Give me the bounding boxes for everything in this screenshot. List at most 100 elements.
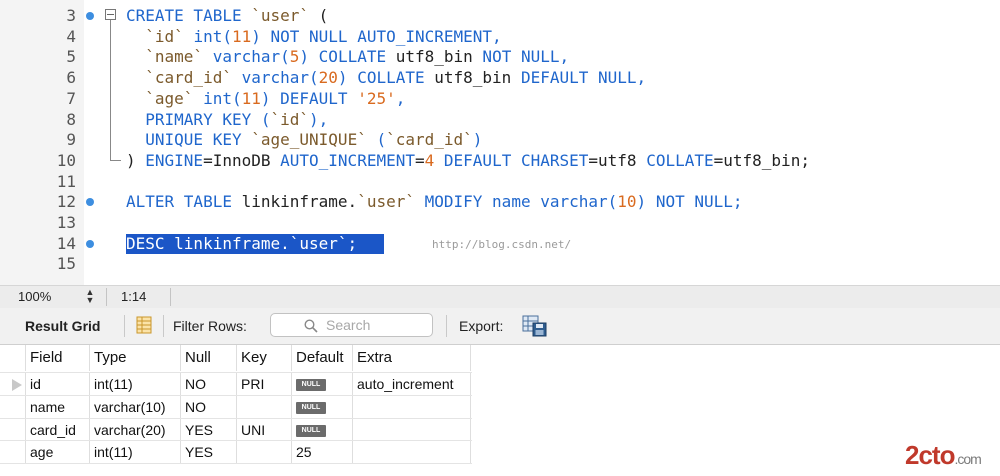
code-token: name [492, 192, 541, 212]
cell-key[interactable] [237, 441, 292, 465]
current-row-arrow-icon [12, 379, 22, 391]
cell-text: varchar(10) [94, 398, 166, 415]
grid-layout-icon[interactable] [136, 316, 152, 334]
code-token: =utf8 [588, 150, 647, 170]
column-header-type[interactable]: Type [90, 345, 181, 371]
code-text: CREATE TABLE `user` ( [126, 6, 328, 26]
column-header-field[interactable]: Field [26, 345, 90, 371]
cell-default[interactable]: 25 [292, 441, 353, 465]
cell-field[interactable]: id [26, 373, 90, 396]
cell-text: YES [185, 421, 214, 438]
line-number: 10 [56, 150, 76, 170]
fold-guide [110, 130, 111, 152]
code-token: PRIMARY KEY ( [126, 109, 271, 129]
export-icon[interactable] [522, 315, 548, 337]
code-token: UNIQUE KEY [126, 130, 252, 150]
cell-extra[interactable] [353, 395, 471, 419]
code-token: ( [366, 130, 387, 150]
fold-collapse-icon[interactable] [105, 9, 116, 20]
cell-text: name [30, 398, 66, 415]
sql-editor[interactable]: 3 CREATE TABLE `user` (4 `id` int(11) NOT… [0, 0, 1000, 285]
code-token: `id` [270, 109, 310, 129]
cell-text: UNI [241, 421, 266, 438]
code-token: 11 [231, 26, 252, 46]
cell-field[interactable]: age [26, 441, 90, 465]
code-token: AUTO_INCREMENT [280, 150, 415, 170]
table-row[interactable]: id int(11) NO PRI NULL auto_increment [0, 373, 1000, 396]
column-header-null[interactable]: Null [181, 345, 237, 371]
cell-type[interactable]: varchar(10) [90, 395, 181, 419]
cell-null[interactable]: NO [181, 395, 237, 419]
toolbar-divider [163, 315, 164, 337]
row-selector[interactable] [0, 441, 26, 465]
cell-key[interactable]: UNI [237, 418, 292, 442]
code-token: =InnoDB [203, 150, 281, 170]
line-number: 11 [56, 171, 76, 191]
editor-status-bar: 100% ▲ ▼ 1:14 [0, 285, 1000, 309]
code-text: `name` varchar(5) COLLATE utf8_bin NOT N… [126, 47, 569, 67]
fold-guide [110, 68, 111, 90]
code-token: `age` [126, 88, 204, 108]
row-selector-header [0, 345, 26, 371]
null-badge: NULL [296, 379, 326, 392]
code-token: ) COLLATE [337, 68, 435, 88]
cursor-position: 1:14 [121, 289, 147, 304]
fold-guide [110, 109, 111, 132]
cell-default[interactable]: NULL [292, 418, 353, 442]
cell-type[interactable]: int(11) [90, 441, 181, 465]
code-token: '25' [357, 88, 396, 108]
null-badge: NULL [296, 424, 326, 437]
cell-extra[interactable] [353, 418, 471, 442]
row-selector[interactable] [0, 418, 26, 442]
code-token: `card_id` [386, 130, 473, 150]
table-row[interactable]: age int(11) YES 25 [0, 441, 1000, 465]
result-grid-tab[interactable]: Result Grid [25, 318, 100, 334]
zoom-level: 100% [18, 289, 52, 304]
watermark-text: http://blog.csdn.net/ [432, 238, 572, 251]
code-token: ) NOT NULL AUTO_INCREMENT, [251, 26, 502, 46]
code-token: int( [193, 26, 232, 46]
cell-field[interactable]: name [26, 395, 90, 419]
filter-search-box[interactable] [270, 313, 433, 337]
cell-null[interactable]: YES [181, 441, 237, 465]
cell-type[interactable]: int(11) [90, 373, 181, 396]
code-token: COLLATE [646, 150, 714, 170]
code-token: ), [309, 109, 329, 129]
cell-null[interactable]: NO [181, 373, 237, 396]
code-token: 11 [241, 88, 261, 108]
code-text: `id` int(11) NOT NULL AUTO_INCREMENT, [126, 26, 502, 47]
cell-key[interactable] [237, 395, 292, 419]
code-token: ALTER TABLE [126, 192, 242, 212]
cell-field[interactable]: card_id [26, 418, 90, 442]
zoom-stepper-icon[interactable]: ▲ ▼ [84, 288, 96, 305]
code-token: `age_UNIQUE` [251, 130, 367, 150]
code-token: ( [309, 6, 329, 25]
row-selector[interactable] [0, 395, 26, 419]
cell-extra[interactable]: auto_increment [353, 373, 471, 396]
column-header-extra[interactable]: Extra [353, 345, 471, 371]
code-token: ) [472, 130, 483, 150]
cell-default[interactable]: NULL [292, 373, 353, 396]
site-logo: 2cto.com [905, 440, 982, 470]
result-grid[interactable]: Field Type Null Key Default Extra id int(11) NO P… [0, 345, 1000, 476]
row-selector[interactable] [0, 373, 26, 396]
grid-header-row: Field Type Null Key Default Extra [0, 345, 1000, 371]
code-token: MODIFY [414, 192, 493, 212]
code-text: PRIMARY KEY (`id`), [126, 110, 328, 130]
code-token: DEFAULT NULL, [511, 68, 647, 88]
column-header-key[interactable]: Key [237, 345, 292, 371]
table-row[interactable]: name varchar(10) NO NULL [0, 395, 1000, 419]
cell-null[interactable]: YES [181, 418, 237, 442]
code-token: `name` [126, 47, 213, 67]
filter-search-input[interactable] [326, 317, 426, 333]
cell-key[interactable]: PRI [237, 373, 292, 396]
cell-text: YES [185, 444, 214, 461]
cell-extra[interactable] [353, 441, 471, 465]
cell-default[interactable]: NULL [292, 395, 353, 419]
cell-type[interactable]: varchar(20) [90, 418, 181, 442]
code-token: 10 [617, 192, 637, 212]
table-row[interactable]: card_id varchar(20) YES UNI NULL [0, 418, 1000, 442]
code-text: `card_id` varchar(20) COLLATE utf8_bin D… [126, 68, 646, 88]
column-header-default[interactable]: Default [292, 345, 353, 371]
export-label: Export: [459, 318, 504, 334]
